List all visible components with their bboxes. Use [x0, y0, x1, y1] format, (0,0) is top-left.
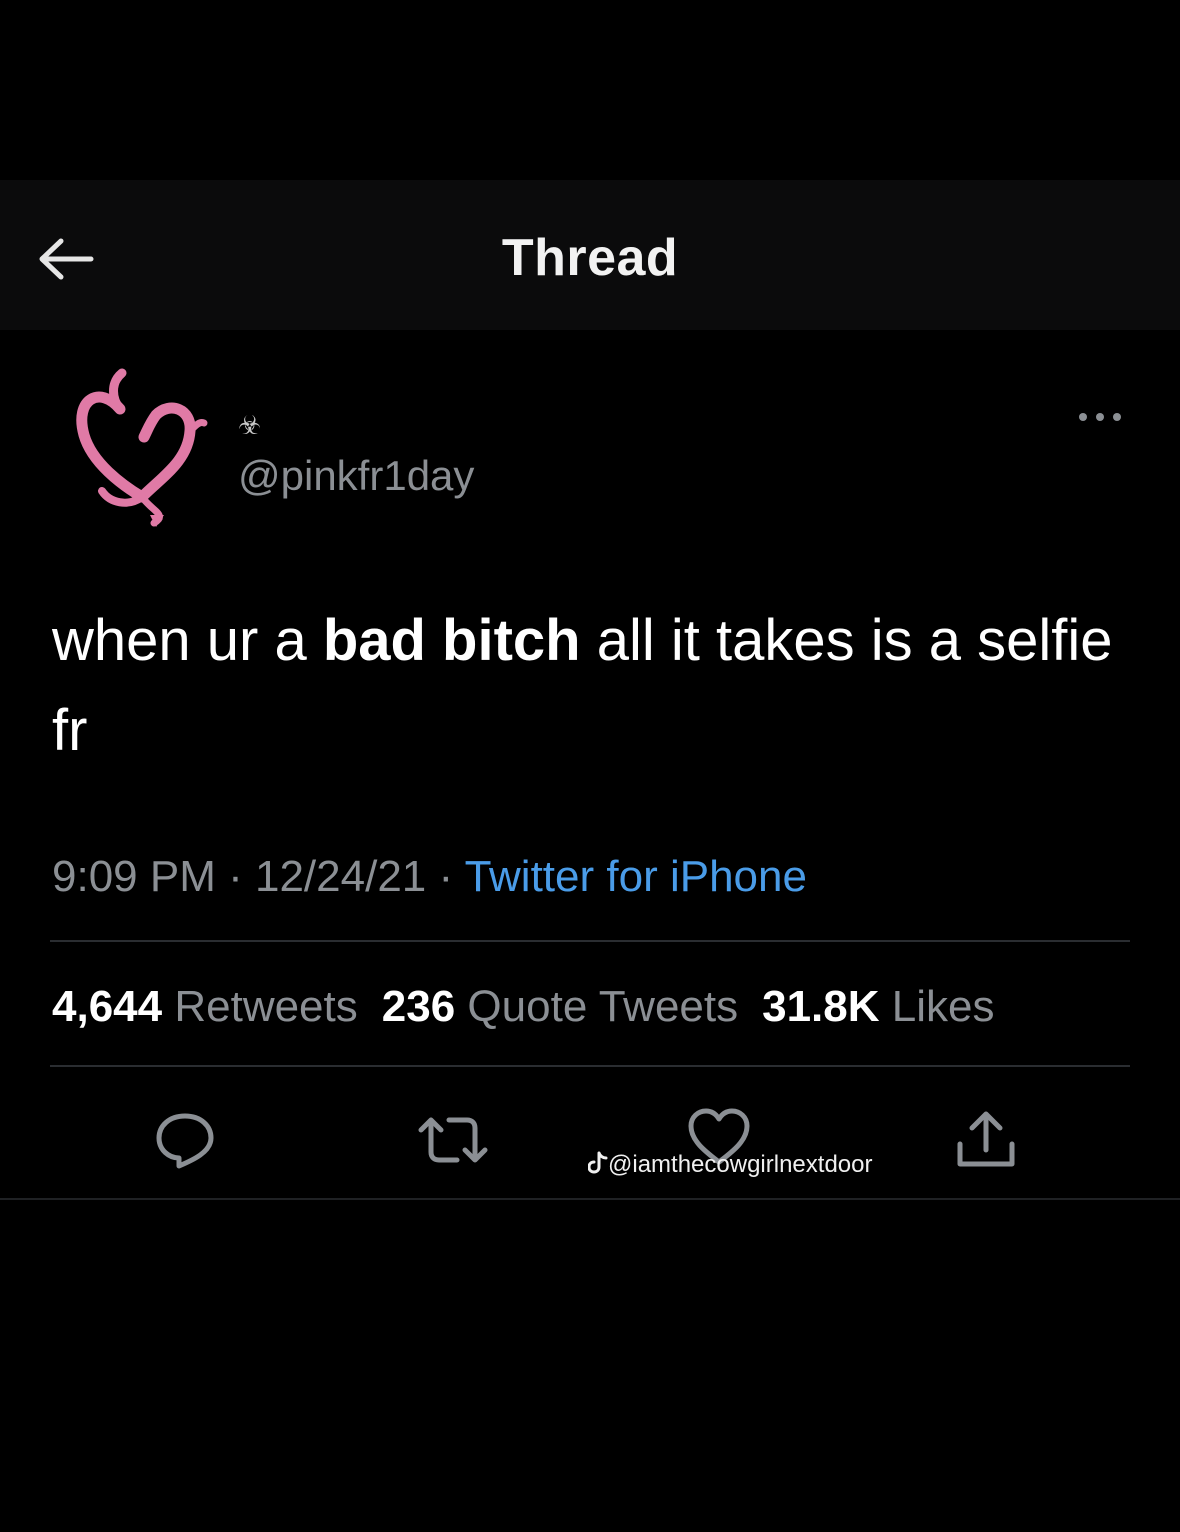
- tiktok-watermark: @iamthecowgirlnextdoor: [587, 1150, 873, 1180]
- page-title: Thread: [501, 229, 679, 287]
- likes-label: Likes: [891, 982, 995, 1031]
- thread-header: Thread: [0, 180, 1180, 330]
- retweets-stat[interactable]: 4,644 Retweets: [52, 980, 358, 1034]
- user-handle[interactable]: @pinkfr1day: [238, 450, 474, 502]
- meta-separator: ·: [215, 852, 255, 901]
- quote-tweets-label: Quote Tweets: [467, 982, 739, 1031]
- watermark-text: @iamthecowgirlnextdoor: [608, 1151, 873, 1178]
- tweet-text-bold: bad bitch: [322, 608, 581, 673]
- likes-count: 31.8K: [762, 982, 880, 1031]
- share-icon: [957, 1111, 1015, 1167]
- tweet-text: when ur a bad bitch all it takes is a se…: [52, 596, 1142, 776]
- share-button[interactable]: [946, 1100, 1026, 1180]
- avatar[interactable]: [70, 365, 210, 530]
- tweet-text-part: when ur a: [52, 608, 323, 673]
- retweet-button[interactable]: [413, 1100, 493, 1180]
- tweet-source-link[interactable]: Twitter for iPhone: [465, 852, 807, 901]
- divider: [50, 940, 1130, 942]
- tweet-date[interactable]: 12/24/21: [255, 852, 426, 901]
- more-dots-icon: [1079, 413, 1121, 421]
- reply-icon: [156, 1113, 214, 1169]
- tweet-meta: 9:09 PM · 12/24/21 · Twitter for iPhone: [52, 850, 807, 904]
- quote-tweets-stat[interactable]: 236 Quote Tweets: [382, 980, 738, 1034]
- more-button[interactable]: [1074, 404, 1126, 430]
- divider: [50, 1065, 1130, 1067]
- quote-tweets-count: 236: [381, 982, 456, 1031]
- tweet-time[interactable]: 9:09 PM: [52, 852, 216, 901]
- tiktok-icon: [587, 1151, 608, 1174]
- retweets-label: Retweets: [174, 982, 358, 1031]
- display-name[interactable]: ☣: [238, 410, 261, 440]
- likes-stat[interactable]: 31.8K Likes: [762, 980, 994, 1034]
- meta-separator: ·: [426, 852, 465, 901]
- divider: [0, 1198, 1180, 1200]
- retweets-count: 4,644: [52, 982, 163, 1031]
- reply-button[interactable]: [145, 1100, 225, 1180]
- retweet-icon: [418, 1117, 488, 1163]
- tweet-stats: 4,644 Retweets 236 Quote Tweets 31.8K Like…: [52, 980, 1018, 1034]
- pink-devil-heart-avatar-icon: [76, 368, 208, 527]
